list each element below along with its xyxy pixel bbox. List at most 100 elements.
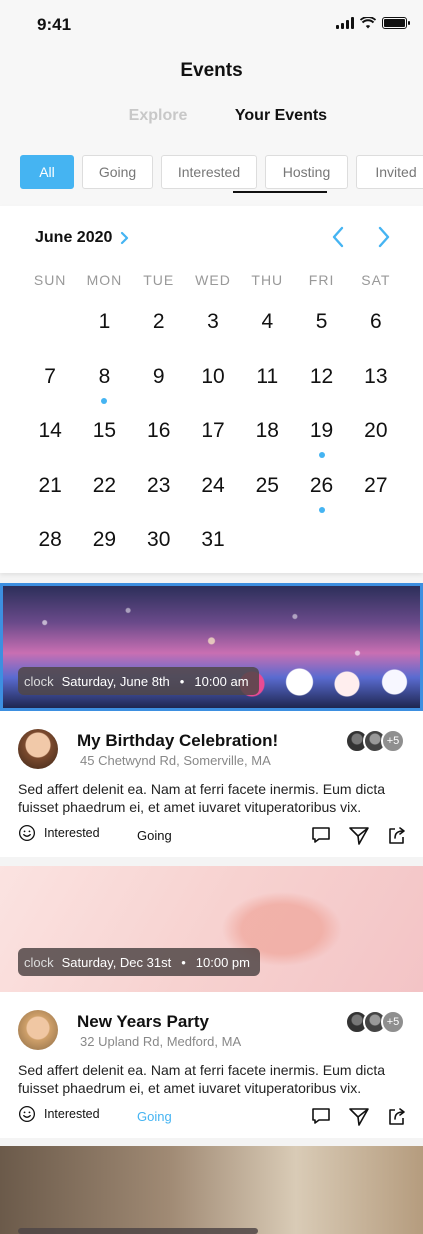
filter-going[interactable]: Going bbox=[82, 155, 153, 189]
tab-your-events[interactable]: Your Events bbox=[233, 107, 329, 125]
share-icon[interactable] bbox=[386, 1105, 408, 1127]
status-time: 9:41 bbox=[37, 15, 72, 34]
calendar-day[interactable]: 16 bbox=[132, 419, 186, 474]
calendar-day[interactable]: 25 bbox=[240, 474, 294, 529]
calendar-day[interactable]: 23 bbox=[132, 474, 186, 529]
calendar-day[interactable]: 24 bbox=[186, 474, 240, 529]
attendee-avatars[interactable]: +5 bbox=[345, 729, 405, 753]
calendar-day[interactable]: 12 bbox=[294, 365, 348, 420]
event-indicator-dot bbox=[318, 452, 325, 458]
calendar-day[interactable]: 26 bbox=[294, 474, 348, 529]
calendar-day[interactable]: 30 bbox=[132, 528, 186, 583]
calendar-day[interactable]: 4 bbox=[240, 310, 294, 365]
event-name[interactable]: New Years Party bbox=[77, 1012, 209, 1032]
image-decoration bbox=[233, 660, 420, 700]
attendee-avatars[interactable]: +5 bbox=[345, 1010, 405, 1034]
send-icon[interactable] bbox=[348, 1105, 370, 1127]
calendar: June 2020 SUN MON TUE WED THU FRI SAT 12… bbox=[0, 206, 423, 573]
event-time-pill: clock Saturday, June 8th • 10:00 am bbox=[18, 667, 259, 695]
calendar-day-number: 29 bbox=[92, 528, 117, 551]
weekday-label: THU bbox=[251, 272, 284, 288]
weekday-label: SAT bbox=[361, 272, 391, 288]
event-actions: Interested Going bbox=[18, 824, 408, 848]
calendar-day-number: 14 bbox=[38, 419, 62, 442]
going-button[interactable]: Going bbox=[137, 1109, 172, 1124]
calendar-day-number: 21 bbox=[38, 473, 62, 497]
interested-button[interactable]: Interested bbox=[18, 824, 100, 842]
filter-all[interactable]: All bbox=[20, 155, 74, 189]
calendar-day[interactable]: 31 bbox=[186, 528, 240, 583]
calendar-day[interactable]: 18 bbox=[240, 419, 294, 474]
calendar-day[interactable]: 15 bbox=[77, 419, 131, 474]
calendar-day[interactable]: 10 bbox=[186, 365, 240, 420]
event-card[interactable]: New Years Party 32 Upland Rd, Medford, M… bbox=[0, 992, 423, 1138]
calendar-day[interactable]: 21 bbox=[23, 474, 77, 529]
separator-dot: • bbox=[181, 954, 186, 970]
calendar-day[interactable]: 7 bbox=[23, 365, 77, 420]
calendar-day[interactable]: 9 bbox=[132, 365, 186, 420]
calendar-day[interactable]: 17 bbox=[186, 419, 240, 474]
event-description: Sed affert delenit ea. Nam at ferri face… bbox=[18, 1062, 386, 1096]
tab-active-indicator bbox=[233, 191, 327, 193]
event-actions: Interested Going bbox=[18, 1105, 408, 1129]
calendar-empty-cell bbox=[23, 310, 77, 365]
next-month-button[interactable] bbox=[373, 224, 395, 250]
event-time-pill bbox=[18, 1228, 258, 1234]
calendar-day[interactable]: 13 bbox=[349, 365, 403, 420]
prev-month-button[interactable] bbox=[327, 224, 349, 250]
calendar-month-selector[interactable]: June 2020 bbox=[35, 229, 130, 247]
calendar-day-number: 18 bbox=[255, 419, 279, 442]
calendar-day-number: 23 bbox=[147, 473, 171, 497]
event-card[interactable]: My Birthday Celebration! 45 Chetwynd Rd,… bbox=[0, 711, 423, 857]
calendar-day-number: 12 bbox=[309, 364, 334, 388]
comment-icon[interactable] bbox=[310, 1105, 332, 1127]
interested-button[interactable]: Interested bbox=[18, 1105, 100, 1123]
avatar[interactable] bbox=[18, 729, 58, 769]
calendar-day[interactable]: 29 bbox=[77, 528, 131, 583]
event-action-icons bbox=[310, 1105, 408, 1127]
calendar-day[interactable]: 20 bbox=[349, 419, 403, 474]
calendar-day[interactable]: 8 bbox=[77, 365, 131, 420]
weekday-label: TUE bbox=[143, 272, 175, 288]
calendar-day-number: 8 bbox=[98, 364, 111, 388]
calendar-empty-cell bbox=[294, 528, 348, 583]
calendar-day[interactable]: 5 bbox=[294, 310, 348, 365]
calendar-day[interactable]: 19 bbox=[294, 419, 348, 474]
event-date: Saturday, Dec 31st bbox=[61, 954, 172, 970]
event-image[interactable] bbox=[0, 1146, 423, 1234]
more-attendees-badge: +5 bbox=[381, 729, 405, 753]
calendar-day-number: 6 bbox=[370, 310, 382, 333]
calendar-day[interactable]: 28 bbox=[23, 528, 77, 583]
calendar-day-number: 13 bbox=[364, 364, 388, 388]
calendar-day[interactable]: 27 bbox=[349, 474, 403, 529]
share-icon[interactable] bbox=[386, 824, 408, 846]
avatar[interactable] bbox=[18, 1010, 58, 1050]
event-action-icons bbox=[310, 824, 408, 846]
send-icon[interactable] bbox=[348, 824, 370, 846]
calendar-day[interactable]: 14 bbox=[23, 419, 77, 474]
calendar-days: 1 2 3 4 5 6 7 8 9 10 11 12 13 14 15 16 17 18 19 20 21 22 23 24 2… bbox=[23, 310, 403, 583]
filter-interested[interactable]: Interested bbox=[161, 155, 257, 189]
weekday-label: WED bbox=[195, 272, 231, 288]
calendar-day[interactable]: 1 bbox=[77, 310, 131, 365]
calendar-day[interactable]: 22 bbox=[77, 474, 131, 529]
filter-invited[interactable]: Invited bbox=[356, 155, 423, 189]
weekday-header: SUN MON TUE WED THU FRI SAT bbox=[23, 272, 403, 288]
calendar-day-number: 7 bbox=[44, 364, 56, 388]
tab-explore[interactable]: Explore bbox=[124, 107, 192, 125]
comment-icon[interactable] bbox=[310, 824, 332, 846]
calendar-day-number: 5 bbox=[315, 310, 328, 333]
status-bar: 9:41 bbox=[0, 0, 423, 50]
going-button[interactable]: Going bbox=[137, 828, 172, 843]
filter-hosting[interactable]: Hosting bbox=[265, 155, 348, 189]
event-indicator-dot bbox=[318, 506, 325, 513]
calendar-day[interactable]: 11 bbox=[240, 365, 294, 420]
calendar-day-number: 28 bbox=[38, 528, 62, 551]
event-description: Sed affert delenit ea. Nam at ferri face… bbox=[18, 781, 386, 815]
calendar-day[interactable]: 2 bbox=[132, 310, 186, 365]
calendar-day[interactable]: 6 bbox=[349, 310, 403, 365]
calendar-day[interactable]: 3 bbox=[186, 310, 240, 365]
calendar-day-number: 1 bbox=[98, 310, 111, 333]
calendar-day-number: 10 bbox=[201, 364, 225, 388]
event-name[interactable]: My Birthday Celebration! bbox=[77, 731, 278, 751]
